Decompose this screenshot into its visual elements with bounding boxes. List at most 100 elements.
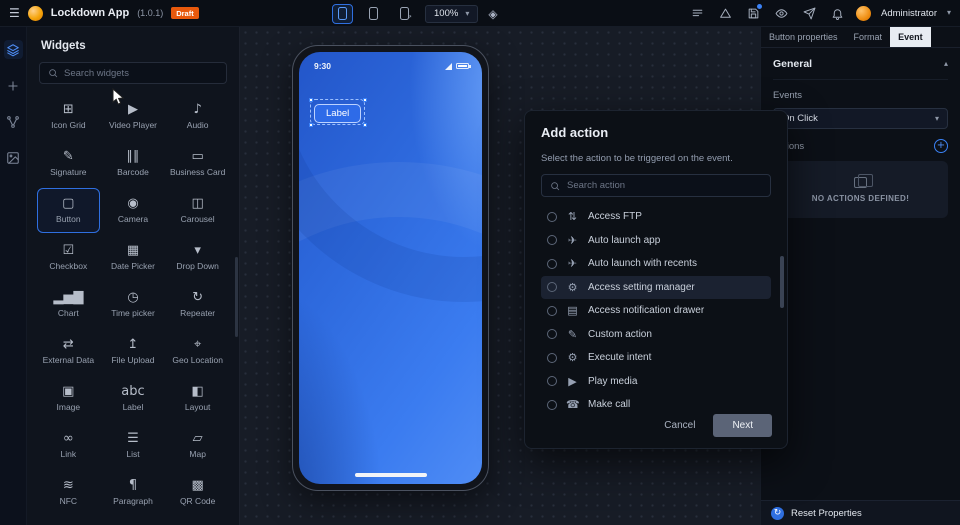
action-list-item[interactable]: ⇅ Access FTP — [541, 205, 771, 229]
save-icon[interactable] — [744, 4, 762, 22]
widget-item[interactable]: ▦ Date Picker — [102, 235, 165, 280]
widget-item[interactable]: ∥∥ Barcode — [102, 141, 165, 186]
action-list-item[interactable]: ✎ Custom action — [541, 323, 771, 347]
radio-button[interactable] — [547, 376, 557, 386]
reset-properties-button[interactable]: ↻ Reset Properties — [761, 500, 960, 525]
widgets-search-input[interactable] — [64, 68, 218, 79]
action-list-item[interactable]: ✈ Auto launch app — [541, 229, 771, 253]
properties-panel: Button properties Format Event General ▴… — [760, 27, 960, 525]
video-player-icon: ▶ — [128, 103, 138, 116]
rail-add-plus-icon[interactable] — [4, 76, 23, 95]
widget-item[interactable]: ☑ Checkbox — [37, 235, 100, 280]
user-menu-chevron-icon[interactable]: ▾ — [947, 9, 951, 17]
selection-handle[interactable] — [309, 123, 313, 127]
radio-button[interactable] — [547, 282, 557, 292]
widget-item[interactable]: ¶ Paragraph — [102, 470, 165, 515]
widget-item[interactable]: ▱ Map — [166, 423, 229, 468]
rail-image-icon[interactable] — [4, 148, 23, 167]
general-section-header[interactable]: General ▴ — [773, 58, 948, 80]
widget-item[interactable]: ↻ Repeater — [166, 282, 229, 327]
properties-tab[interactable]: Event — [890, 27, 931, 47]
chevron-down-icon: ▾ — [935, 115, 939, 123]
widget-item-label: Audio — [187, 120, 209, 130]
list-menu-icon[interactable] — [688, 4, 706, 22]
widget-item[interactable]: ▢ Button — [37, 188, 100, 233]
widget-item[interactable]: ◧ Layout — [166, 376, 229, 421]
publish-send-icon[interactable] — [800, 4, 818, 22]
selection-handle[interactable] — [309, 98, 313, 102]
widget-item[interactable]: abc Label — [102, 376, 165, 421]
widget-item[interactable]: ◷ Time picker — [102, 282, 165, 327]
radio-button[interactable] — [547, 306, 557, 316]
action-list-item[interactable]: ⚙ Execute intent — [541, 346, 771, 370]
widget-item[interactable]: ◫ Carousel — [166, 188, 229, 233]
action-list-item[interactable]: ☎ Make call — [541, 393, 771, 417]
widget-item[interactable]: ⌖ Geo Location — [166, 329, 229, 374]
selection-handle[interactable] — [363, 123, 367, 127]
widget-item[interactable]: ♪ Audio — [166, 94, 229, 139]
action-label: Auto launch with recents — [588, 258, 697, 269]
modal-scrollbar-thumb[interactable] — [780, 256, 784, 308]
widget-item-label: Drop Down — [176, 261, 219, 271]
widget-item[interactable]: ∞ Link — [37, 423, 100, 468]
radio-button[interactable] — [547, 400, 557, 410]
paragraph-icon: ¶ — [129, 479, 137, 492]
device-portrait-button[interactable] — [332, 4, 353, 24]
widget-item[interactable]: ⊞ Icon Grid — [37, 94, 100, 139]
hamburger-menu-icon[interactable]: ☰ — [9, 7, 20, 19]
phone-screen[interactable]: 9:30 Label — [299, 52, 482, 484]
rail-flow-nodes-icon[interactable] — [4, 112, 23, 131]
action-list-item[interactable]: ⚙ Access setting manager — [541, 276, 771, 300]
selection-handle[interactable] — [363, 98, 367, 102]
widget-item[interactable]: ◉ Camera — [102, 188, 165, 233]
properties-tab[interactable]: Format — [846, 27, 891, 47]
widget-selection-box[interactable]: Label — [310, 99, 365, 125]
widget-item-label: Barcode — [117, 167, 149, 177]
radio-button[interactable] — [547, 235, 557, 245]
widget-item[interactable]: ⇄ External Data — [37, 329, 100, 374]
play-icon: ▶ — [566, 376, 579, 387]
device-tablet-button[interactable] — [363, 4, 384, 24]
phone-icon: ☎ — [566, 399, 579, 410]
layers-diamond-icon[interactable]: ◈ — [488, 8, 497, 20]
widget-item[interactable]: ▣ Image — [37, 376, 100, 421]
database-icon: ⇄ — [63, 338, 74, 351]
location-icon: ⌖ — [194, 338, 201, 351]
radio-button[interactable] — [547, 353, 557, 363]
widget-item[interactable]: ✎ Signature — [37, 141, 100, 186]
properties-tab[interactable]: Button properties — [761, 27, 846, 47]
action-list-item[interactable]: ✈ Auto launch with recents — [541, 252, 771, 276]
action-list-item[interactable]: ▤ Access notification drawer — [541, 299, 771, 323]
next-button[interactable]: Next — [713, 414, 772, 437]
action-list-item[interactable]: ▶ Play media — [541, 370, 771, 394]
signature-icon: ✎ — [63, 150, 74, 163]
radio-button[interactable] — [547, 259, 557, 269]
label-widget[interactable]: Label — [314, 104, 361, 123]
widget-item-label: Checkbox — [49, 261, 87, 271]
widget-item[interactable]: ▂▅▇ Chart — [37, 282, 100, 327]
rail-widgets-layers-icon[interactable] — [4, 40, 23, 59]
repeat-icon: ↻ — [192, 291, 203, 304]
widget-item[interactable]: ≋ NFC — [37, 470, 100, 515]
widget-item[interactable]: ↥ File Upload — [102, 329, 165, 374]
triangle-icon[interactable] — [716, 4, 734, 22]
link-icon: ∞ — [63, 432, 74, 445]
widget-item[interactable]: ▩ QR Code — [166, 470, 229, 515]
device-export-button[interactable]: ↗ — [394, 4, 415, 24]
widget-item[interactable]: ▾ Drop Down — [166, 235, 229, 280]
event-trigger-dropdown[interactable]: On Click ▾ — [773, 108, 948, 129]
add-action-button[interactable]: + — [934, 139, 948, 153]
radio-button[interactable] — [547, 329, 557, 339]
widget-item[interactable]: ▶ Video Player — [102, 94, 165, 139]
preview-eye-icon[interactable] — [772, 4, 790, 22]
widget-item[interactable]: ▭ Business Card — [166, 141, 229, 186]
notifications-bell-icon[interactable] — [828, 4, 846, 22]
action-search-input[interactable] — [567, 180, 762, 191]
widgets-scrollbar-thumb[interactable] — [235, 257, 238, 337]
cancel-button[interactable]: Cancel — [664, 420, 695, 431]
zoom-select[interactable]: 100% ▾ — [425, 5, 478, 23]
radio-button[interactable] — [547, 212, 557, 222]
user-avatar[interactable] — [856, 6, 871, 21]
clock-icon: ◷ — [127, 291, 138, 304]
widget-item[interactable]: ☰ List — [102, 423, 165, 468]
